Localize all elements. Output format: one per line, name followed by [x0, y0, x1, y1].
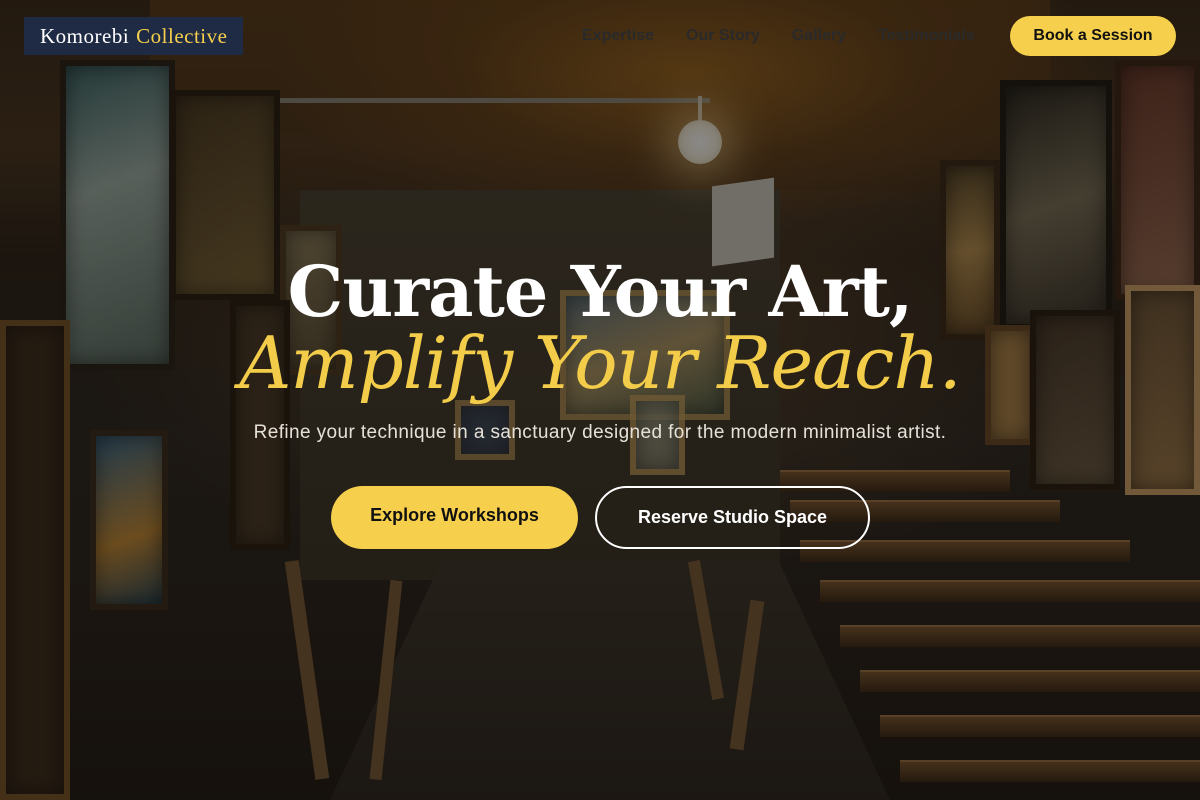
hero-subheadline: Refine your technique in a sanctuary des… — [253, 422, 947, 443]
nav-link-testimonials[interactable]: Testimonials — [878, 25, 975, 47]
book-session-button[interactable]: Book a Session — [1010, 16, 1176, 56]
brand-name-part1: Komorebi — [40, 23, 130, 48]
brand-name-part2: Collective — [136, 23, 228, 48]
reserve-studio-space-button[interactable]: Reserve Studio Space — [595, 486, 870, 549]
nav-link-our-story[interactable]: Our Story — [686, 25, 760, 47]
nav-link-gallery[interactable]: Gallery — [792, 25, 846, 47]
hero-headline-line2: Amplify Your Reach. — [239, 321, 961, 405]
main-nav: Expertise Our Story Gallery Testimonials — [582, 25, 1007, 47]
nav-link-expertise[interactable]: Expertise — [582, 25, 654, 47]
brand-logo[interactable]: Komorebi Collective — [24, 17, 244, 55]
explore-workshops-button[interactable]: Explore Workshops — [331, 486, 578, 549]
